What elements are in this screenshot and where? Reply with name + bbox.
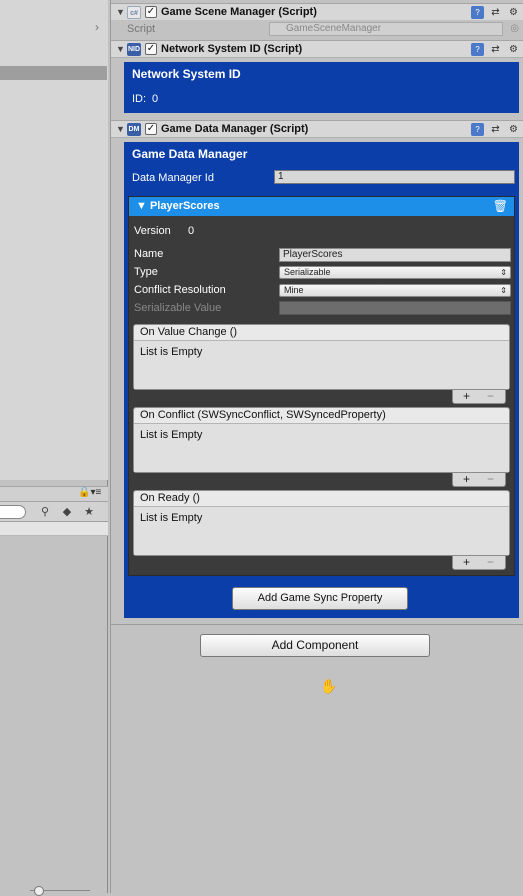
event-add-remove: + − (452, 473, 506, 487)
component-header-game-scene-manager[interactable]: ▼ c# ✓ Game Scene Manager (Script) ? ⇄ ⚙ (111, 3, 523, 21)
panel-heading: Game Data Manager (132, 147, 248, 161)
data-manager-id-value: 1 (278, 171, 284, 182)
gear-icon[interactable]: ⚙ (507, 123, 520, 136)
remove-listener-button[interactable]: − (487, 556, 494, 568)
data-manager-id-label: Data Manager Id (132, 172, 214, 184)
id-label: ID: (132, 93, 147, 105)
on-value-change-event: On Value Change () List is Empty (133, 324, 510, 390)
add-game-sync-property-button[interactable]: Add Game Sync Property (232, 587, 408, 610)
favorite-star-icon[interactable]: ★ (82, 505, 96, 519)
serializable-value-label: Serializable Value (134, 302, 222, 314)
hand-cursor-icon: ✋ (320, 678, 338, 694)
event-list[interactable]: List is Empty (134, 424, 509, 472)
help-book-icon[interactable]: ? (471, 6, 484, 19)
enable-checkbox[interactable]: ✓ (145, 43, 157, 55)
search-input[interactable] (0, 505, 26, 519)
panel-heading: Network System ID (132, 67, 241, 81)
hierarchy-panel: › 🔒▾≡ ⚲ ◆ ★ (0, 0, 108, 896)
trash-icon[interactable]: 🗑 (493, 199, 508, 213)
list-empty-text: List is Empty (140, 346, 203, 358)
hierarchy-selected-row[interactable] (0, 66, 107, 80)
filter-by-label-icon[interactable]: ◆ (60, 505, 74, 519)
slider-knob[interactable] (34, 886, 44, 896)
name-label: Name (134, 248, 164, 260)
enable-checkbox[interactable]: ✓ (145, 6, 157, 18)
lock-icon[interactable]: 🔒▾≡ (78, 487, 101, 498)
serializable-value-field (279, 301, 511, 315)
event-title: On Value Change () (134, 325, 509, 341)
object-picker-icon[interactable]: ◎ (510, 23, 519, 34)
foldout-arrow-icon[interactable]: ▼ (116, 44, 125, 54)
script-field[interactable]: GameSceneManager (269, 22, 503, 36)
help-book-icon[interactable]: ? (471, 43, 484, 56)
conflict-resolution-label: Conflict Resolution (134, 284, 226, 296)
data-manager-icon: DM (127, 123, 141, 136)
gear-icon[interactable]: ⚙ (507, 43, 520, 56)
event-list[interactable]: List is Empty (134, 507, 509, 555)
event-title: On Conflict (SWSyncConflict, SWSyncedPro… (134, 408, 509, 424)
add-listener-button[interactable]: + (463, 390, 470, 402)
chevron-right-icon[interactable]: › (95, 20, 99, 34)
filter-by-type-icon[interactable]: ⚲ (38, 505, 52, 519)
project-search-bar: ⚲ ◆ ★ (0, 502, 108, 522)
player-scores-title: ▼ PlayerScores (136, 200, 220, 212)
version-value: 0 (188, 225, 195, 237)
event-add-remove: + − (452, 556, 506, 570)
component-title: Game Scene Manager (Script) (161, 6, 317, 18)
preset-sliders-icon[interactable]: ⇄ (489, 6, 502, 19)
component-header-network-system-id[interactable]: ▼ NID ✓ Network System ID (Script) ? ⇄ ⚙ (111, 40, 523, 58)
foldout-arrow-icon[interactable]: ▼ (116, 124, 125, 134)
component-title: Game Data Manager (Script) (161, 123, 309, 135)
remove-listener-button[interactable]: − (487, 473, 494, 485)
on-ready-event: On Ready () List is Empty (133, 490, 510, 556)
enable-checkbox[interactable]: ✓ (145, 123, 157, 135)
help-book-icon[interactable]: ? (471, 123, 484, 136)
remove-listener-button[interactable]: − (487, 390, 494, 402)
add-listener-button[interactable]: + (463, 473, 470, 485)
type-label: Type (134, 266, 158, 278)
list-empty-text: List is Empty (140, 512, 203, 524)
script-label: Script (127, 23, 156, 35)
component-title: Network System ID (Script) (161, 43, 303, 55)
script-value: GameSceneManager (286, 23, 382, 34)
inspector-divider (110, 624, 523, 625)
project-tab-bar: 🔒▾≡ (0, 486, 108, 502)
version-label: Version (134, 225, 171, 237)
event-list[interactable]: List is Empty (134, 341, 509, 389)
id-value: 0 (152, 93, 159, 105)
conflict-resolution-dropdown[interactable]: Mine ⇕ (279, 284, 511, 297)
foldout-arrow-icon[interactable]: ▼ (116, 7, 125, 17)
preset-sliders-icon[interactable]: ⇄ (489, 43, 502, 56)
name-value: PlayerScores (283, 249, 343, 260)
event-title: On Ready () (134, 491, 509, 507)
dropdown-arrows-icon: ⇕ (500, 286, 507, 295)
type-value: Serializable (284, 267, 331, 277)
add-listener-button[interactable]: + (463, 556, 470, 568)
project-list-header (0, 522, 108, 536)
network-system-id-panel: Network System ID ID: 0 (124, 62, 519, 113)
data-manager-id-field[interactable]: 1 (274, 170, 515, 184)
conflict-resolution-value: Mine (284, 285, 304, 295)
name-field[interactable]: PlayerScores (279, 248, 511, 262)
preset-sliders-icon[interactable]: ⇄ (489, 123, 502, 136)
on-conflict-event: On Conflict (SWSyncConflict, SWSyncedPro… (133, 407, 510, 473)
network-id-icon: NID (127, 43, 141, 56)
gear-icon[interactable]: ⚙ (507, 6, 520, 19)
add-component-button[interactable]: Add Component (200, 634, 430, 657)
type-dropdown[interactable]: Serializable ⇕ (279, 266, 511, 279)
list-empty-text: List is Empty (140, 429, 203, 441)
script-row: Script GameSceneManager ◎ (111, 20, 523, 38)
player-scores-header[interactable]: ▼ PlayerScores 🗑 (129, 197, 514, 216)
script-icon: c# (127, 6, 141, 19)
component-header-game-data-manager[interactable]: ▼ DM ✓ Game Data Manager (Script) ? ⇄ ⚙ (111, 120, 523, 138)
dropdown-arrows-icon: ⇕ (500, 268, 507, 277)
event-add-remove: + − (452, 390, 506, 404)
player-scores-panel: ▼ PlayerScores 🗑 Version 0 Name PlayerSc… (128, 196, 515, 576)
